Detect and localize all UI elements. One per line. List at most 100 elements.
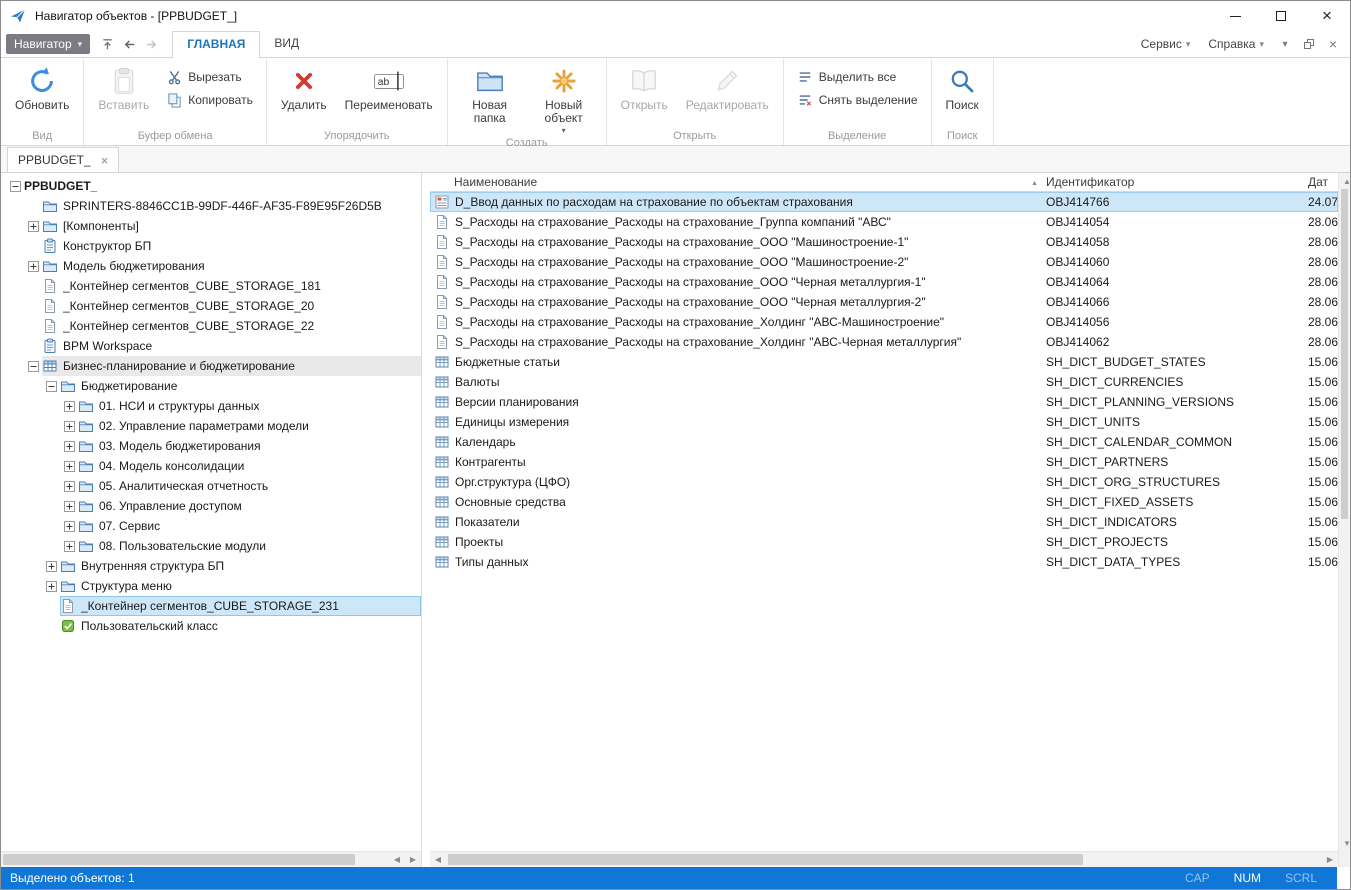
service-menu[interactable]: Сервис ▾	[1133, 37, 1199, 51]
tree-item[interactable]: Бизнес-планирование и бюджетирование	[1, 356, 421, 376]
table-row[interactable]: S_Расходы на страхование_Расходы на стра…	[430, 272, 1338, 292]
expand-icon[interactable]	[64, 401, 75, 412]
minimize-button[interactable]	[1212, 1, 1258, 31]
tree-item[interactable]: 06. Управление доступом	[1, 496, 421, 516]
collapse-ribbon-icon[interactable]: ▾	[1274, 33, 1296, 55]
panel-splitter[interactable]	[422, 173, 430, 867]
scroll-left-icon[interactable]: ◀	[430, 852, 446, 868]
cut-button[interactable]: Вырезать	[159, 67, 260, 87]
table-row[interactable]: ПоказателиSH_DICT_INDICATORS15.06.2	[430, 512, 1338, 532]
expand-icon[interactable]	[64, 481, 75, 492]
tree-item[interactable]: SPRINTERS-8846CC1B-99DF-446F-AF35-F89E95…	[1, 196, 421, 216]
table-row[interactable]: S_Расходы на страхование_Расходы на стра…	[430, 312, 1338, 332]
scroll-down-icon[interactable]: ▼	[1339, 835, 1351, 851]
scrollbar-track[interactable]	[1339, 189, 1350, 835]
tree-item[interactable]: PPBUDGET_	[1, 176, 421, 196]
table-row[interactable]: Бюджетные статьиSH_DICT_BUDGET_STATES15.…	[430, 352, 1338, 372]
help-menu[interactable]: Справка ▾	[1200, 37, 1272, 51]
tree-item[interactable]: Структура меню	[1, 576, 421, 596]
tree-item[interactable]: Внутренняя структура БП	[1, 556, 421, 576]
delete-button[interactable]: Удалить	[273, 61, 335, 129]
tree-item[interactable]: 03. Модель бюджетирования	[1, 436, 421, 456]
table-row[interactable]: S_Расходы на страхование_Расходы на стра…	[430, 292, 1338, 312]
table-row[interactable]: Основные средстваSH_DICT_FIXED_ASSETS15.…	[430, 492, 1338, 512]
expand-icon[interactable]	[46, 561, 57, 572]
rename-button[interactable]: abПереименовать	[337, 61, 441, 129]
tree-item[interactable]: _Контейнер сегментов_CUBE_STORAGE_22	[1, 316, 421, 336]
tree-item[interactable]: Пользовательский класс	[1, 616, 421, 636]
tree-item[interactable]: 05. Аналитическая отчетность	[1, 476, 421, 496]
expand-icon[interactable]	[28, 261, 39, 272]
scroll-up-icon[interactable]: ▲	[1339, 173, 1351, 189]
tab-view[interactable]: ВИД	[260, 31, 313, 58]
tree-item[interactable]: BPM Workspace	[1, 336, 421, 356]
scrollbar-thumb[interactable]	[1341, 189, 1348, 519]
scroll-right-icon[interactable]: ▶	[405, 852, 421, 868]
scrollbar-track[interactable]	[1, 852, 389, 867]
expand-icon[interactable]	[64, 441, 75, 452]
copy-button[interactable]: Копировать	[159, 90, 260, 110]
collapse-icon[interactable]	[10, 181, 21, 192]
new-folder-button[interactable]: Новая папка	[454, 61, 526, 136]
collapse-icon[interactable]	[28, 361, 39, 372]
tree-item[interactable]: Модель бюджетирования	[1, 256, 421, 276]
tree-item[interactable]: _Контейнер сегментов_CUBE_STORAGE_20	[1, 296, 421, 316]
table-row[interactable]: КонтрагентыSH_DICT_PARTNERS15.06.2	[430, 452, 1338, 472]
table-row[interactable]: Типы данныхSH_DICT_DATA_TYPES15.06.2	[430, 552, 1338, 572]
scroll-to-top-icon[interactable]	[96, 33, 118, 55]
table-row[interactable]: Единицы измеренияSH_DICT_UNITS15.06.2	[430, 412, 1338, 432]
tree-item[interactable]: 07. Сервис	[1, 516, 421, 536]
table-row[interactable]: S_Расходы на страхование_Расходы на стра…	[430, 212, 1338, 232]
expand-icon[interactable]	[64, 461, 75, 472]
scrollbar-track[interactable]	[446, 852, 1322, 867]
expand-icon[interactable]	[64, 421, 75, 432]
maximize-button[interactable]	[1258, 1, 1304, 31]
scroll-right-icon[interactable]: ▶	[1322, 852, 1338, 868]
back-icon[interactable]	[118, 33, 140, 55]
tree-item[interactable]: 01. НСИ и структуры данных	[1, 396, 421, 416]
refresh-button[interactable]: Обновить	[7, 61, 77, 129]
restore-window-icon[interactable]	[1298, 33, 1320, 55]
new-object-button[interactable]: Новый объект▾	[528, 61, 600, 136]
table-row[interactable]: S_Расходы на страхование_Расходы на стра…	[430, 332, 1338, 352]
table-row[interactable]: ВалютыSH_DICT_CURRENCIES15.06.2	[430, 372, 1338, 392]
expand-icon[interactable]	[64, 521, 75, 532]
expand-icon[interactable]	[46, 581, 57, 592]
scrollbar-thumb[interactable]	[3, 854, 355, 865]
scroll-left-icon[interactable]: ◀	[389, 852, 405, 868]
close-button[interactable]: ×	[1304, 1, 1350, 31]
table-row[interactable]: S_Расходы на страхование_Расходы на стра…	[430, 252, 1338, 272]
column-header-name[interactable]: Наименование ▲	[430, 175, 1042, 189]
table-row[interactable]: ПроектыSH_DICT_PROJECTS15.06.2	[430, 532, 1338, 552]
scrollbar-thumb[interactable]	[448, 854, 1083, 865]
tree-item[interactable]: [Компоненты]	[1, 216, 421, 236]
tree-item[interactable]: Бюджетирование	[1, 376, 421, 396]
tree-item[interactable]: 08. Пользовательские модули	[1, 536, 421, 556]
select-all-button[interactable]: Выделить все	[790, 67, 925, 87]
table-row[interactable]: D_Ввод данных по расходам на страхование…	[430, 192, 1338, 212]
tree-item[interactable]: Конструктор БП	[1, 236, 421, 256]
navigator-app-button[interactable]: Навигатор ▾	[6, 34, 90, 54]
expand-icon[interactable]	[28, 221, 39, 232]
expand-icon[interactable]	[64, 541, 75, 552]
table-row[interactable]: Версии планированияSH_DICT_PLANNING_VERS…	[430, 392, 1338, 412]
expand-icon[interactable]	[64, 501, 75, 512]
close-document-icon[interactable]: ×	[1322, 33, 1344, 55]
column-header-date[interactable]: Дат	[1304, 175, 1338, 189]
collapse-icon[interactable]	[46, 381, 57, 392]
document-tab[interactable]: PPBUDGET_ ×	[7, 147, 119, 172]
table-row[interactable]: Орг.структура (ЦФО)SH_DICT_ORG_STRUCTURE…	[430, 472, 1338, 492]
deselect-button[interactable]: Снять выделение	[790, 90, 925, 110]
tree-item[interactable]: 04. Модель консолидации	[1, 456, 421, 476]
column-header-id[interactable]: Идентификатор	[1042, 175, 1304, 189]
search-button[interactable]: Поиск	[938, 61, 987, 129]
tree-item[interactable]: 02. Управление параметрами модели	[1, 416, 421, 436]
tree-item[interactable]: _Контейнер сегментов_CUBE_STORAGE_181	[1, 276, 421, 296]
grid-vscrollbar[interactable]: ▲ ▼	[1338, 173, 1350, 867]
tab-close-icon[interactable]: ×	[101, 153, 109, 168]
tree-hscrollbar[interactable]: ◀ ▶	[1, 851, 421, 867]
tab-main[interactable]: ГЛАВНАЯ	[172, 31, 260, 59]
table-row[interactable]: КалендарьSH_DICT_CALENDAR_COMMON15.06.2	[430, 432, 1338, 452]
tree-item[interactable]: _Контейнер сегментов_CUBE_STORAGE_231	[1, 596, 421, 616]
grid-hscrollbar[interactable]: ◀ ▶	[430, 851, 1338, 867]
